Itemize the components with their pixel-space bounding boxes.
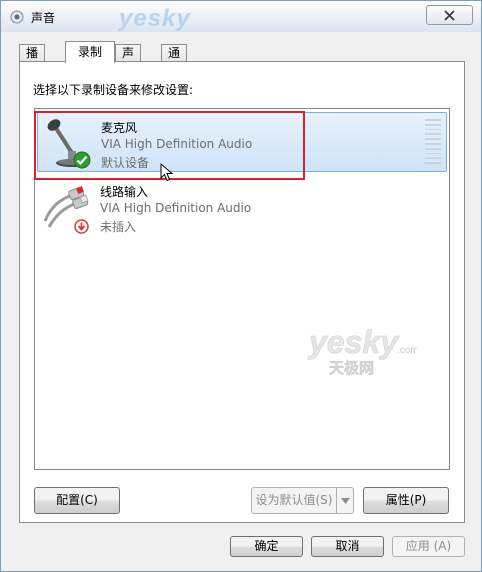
level-bar (425, 141, 441, 145)
device-name: 麦克风 (101, 121, 138, 135)
window-title: 声音 (31, 11, 56, 25)
instruction-text: 选择以下录制设备来修改设置: (33, 83, 194, 97)
level-bar (425, 146, 441, 150)
configure-button[interactable]: 配置(C) (34, 487, 120, 514)
level-bar (425, 118, 441, 121)
level-meter (425, 118, 441, 164)
yesky-watermark: yesky .com 天极网 (307, 327, 417, 377)
level-bar (425, 151, 441, 155)
title-watermark: yesky (119, 5, 191, 32)
recording-panel: 选择以下录制设备来修改设置: 麦克风 VIA High Definition A… (19, 61, 465, 523)
close-button[interactable] (426, 5, 473, 25)
device-name: 线路输入 (100, 185, 149, 199)
device-list[interactable]: 麦克风 VIA High Definition Audio 默认设备 线路输入 … (34, 108, 450, 470)
ok-button[interactable]: 确定 (230, 536, 303, 557)
watermark-suffix: .com (397, 345, 417, 356)
sound-dialog: 声音 yesky 播放 录制 声音 通信 选择以下录制设备来修改设置: (0, 0, 482, 572)
speaker-icon (10, 10, 24, 24)
level-bar (425, 127, 441, 131)
level-bar (425, 137, 441, 140)
device-status: 默认设备 (101, 156, 150, 170)
level-bar (425, 122, 441, 126)
chevron-down-icon (340, 497, 350, 504)
device-status: 未插入 (100, 220, 137, 234)
device-description: VIA High Definition Audio (100, 201, 252, 215)
set-default-button[interactable]: 设为默认值(S) (251, 487, 337, 514)
level-bar (425, 161, 441, 164)
watermark-brand: yesky (307, 327, 400, 360)
device-description: VIA High Definition Audio (101, 137, 253, 151)
level-bar (425, 156, 441, 160)
tab-recording[interactable]: 录制 (65, 41, 115, 63)
set-default-dropdown[interactable] (336, 487, 354, 514)
title-bar[interactable]: 声音 yesky (1, 1, 481, 32)
apply-button[interactable]: 应用 (A) (392, 536, 465, 557)
watermark-subtitle: 天极网 (329, 359, 374, 377)
mouse-cursor-icon (160, 163, 174, 182)
device-item-line-in[interactable]: 线路输入 VIA High Definition Audio 未插入 (37, 177, 447, 237)
level-bar (425, 132, 441, 136)
cancel-button[interactable]: 取消 (311, 536, 384, 557)
properties-button[interactable]: 属性(P) (363, 487, 449, 514)
unplugged-icon (74, 219, 89, 234)
close-icon (444, 9, 455, 21)
default-check-icon (73, 151, 91, 169)
device-item-microphone[interactable]: 麦克风 VIA High Definition Audio 默认设备 (37, 112, 447, 172)
